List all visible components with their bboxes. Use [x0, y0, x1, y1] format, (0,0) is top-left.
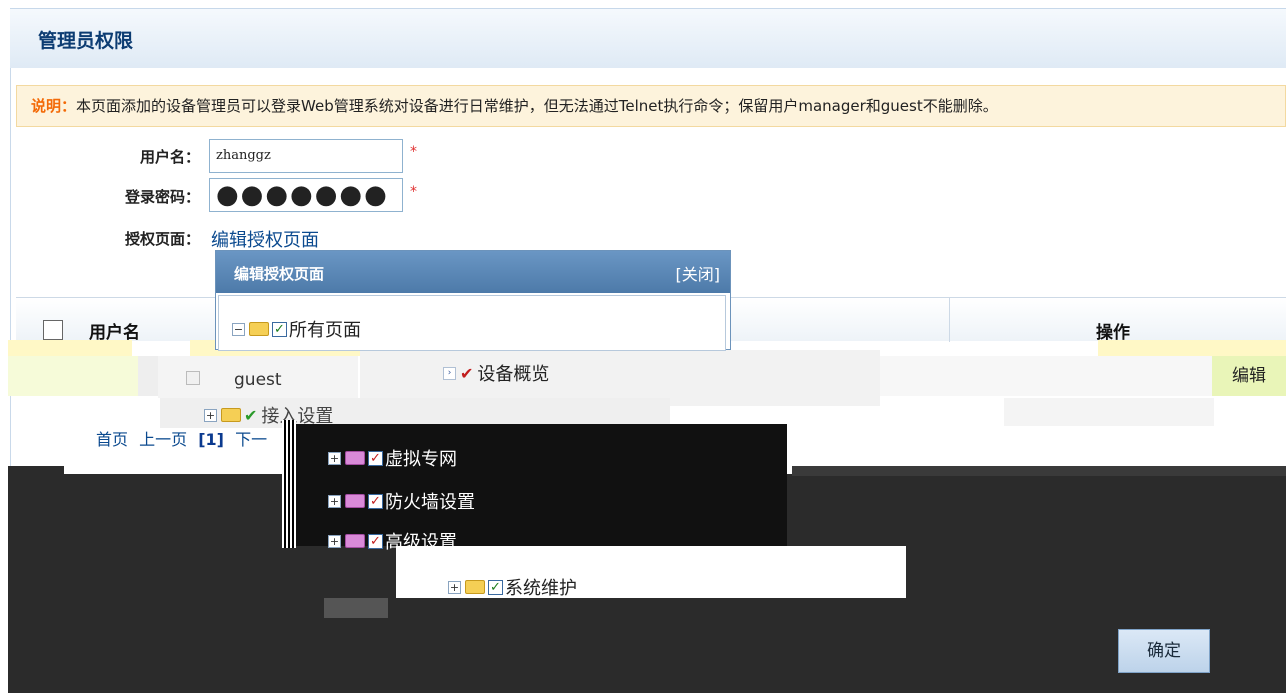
- checkbox-checked-icon[interactable]: ✓: [368, 450, 383, 466]
- username-required-mark: *: [410, 144, 417, 160]
- folder-icon: [249, 322, 269, 336]
- check-icon[interactable]: ✔: [244, 406, 257, 425]
- tree-item-maintenance[interactable]: + ✓ 系统维护: [448, 574, 577, 600]
- tree-item-label: 设备概览: [477, 364, 550, 385]
- notice-label: 说明：: [31, 97, 77, 115]
- pager-next-link[interactable]: 下一: [235, 430, 267, 449]
- page-title: 管理员权限: [38, 30, 134, 52]
- artifact-band: [8, 340, 132, 356]
- folder-icon: [221, 408, 241, 422]
- tree-item-label: 所有页面: [289, 320, 361, 341]
- admin-permission-page: 管理员权限 说明：本页面添加的设备管理员可以登录Web管理系统对设备进行日常维护…: [0, 0, 1286, 693]
- artifact-band: [8, 466, 64, 474]
- tree-item-vpn[interactable]: + ✓ 虚拟专网: [328, 445, 457, 471]
- artifact-band: [1004, 398, 1214, 426]
- username-label: 用户名：: [139, 148, 200, 166]
- artifact-band: [792, 466, 1286, 476]
- pager-current: [1]: [198, 430, 224, 449]
- dialog-title: 编辑授权页面: [234, 265, 325, 283]
- notice-text: 本页面添加的设备管理员可以登录Web管理系统对设备进行日常维护，但无法通过Tel…: [76, 97, 998, 115]
- folder-icon: [345, 494, 365, 508]
- folder-icon: [345, 451, 365, 465]
- tree-item-label: 防火墙设置: [385, 492, 475, 513]
- tree-item-overview[interactable]: › ✔ 设备概览: [443, 360, 549, 386]
- checkbox-checked-icon[interactable]: ✓: [368, 493, 383, 509]
- tree-item-firewall[interactable]: + ✓ 防火墙设置: [328, 488, 475, 514]
- artifact-band: [1098, 340, 1286, 356]
- title-bar: 管理员权限: [10, 8, 1286, 68]
- artifact-band: [8, 356, 138, 396]
- row-checkbox[interactable]: [186, 371, 200, 385]
- collapse-icon[interactable]: −: [232, 322, 245, 336]
- tree-item-label: 高级设置: [385, 532, 457, 553]
- row-edit-button[interactable]: 编辑: [1212, 356, 1286, 396]
- tree-item-label: 系统维护: [505, 578, 577, 599]
- password-required-mark: *: [410, 184, 417, 200]
- tree-item-advanced[interactable]: + ✓ 高级设置: [328, 528, 457, 554]
- expand-arrow-icon[interactable]: ›: [443, 366, 456, 380]
- checkbox-checked-icon[interactable]: ✓: [368, 533, 383, 549]
- password-field[interactable]: ●●●●●●●: [209, 178, 403, 212]
- expand-icon[interactable]: +: [328, 494, 341, 508]
- checkbox-checked-icon[interactable]: ✓: [488, 579, 503, 595]
- artifact-band: [324, 598, 388, 618]
- artifact-band: [138, 356, 158, 396]
- check-icon[interactable]: ✔: [460, 364, 473, 383]
- dialog-close-link[interactable]: [关闭]: [676, 261, 721, 285]
- row-username: guest: [234, 370, 282, 390]
- pager-prev-link[interactable]: 上一页: [139, 430, 187, 449]
- folder-icon: [465, 580, 485, 594]
- select-all-checkbox[interactable]: [43, 320, 63, 340]
- expand-icon[interactable]: +: [448, 580, 461, 594]
- artifact-band: [282, 420, 296, 548]
- username-field[interactable]: zhanggz: [209, 139, 403, 173]
- tree-item-root[interactable]: − ✓ 所有页面: [232, 316, 361, 342]
- password-label: 登录密码：: [124, 188, 200, 206]
- expand-icon[interactable]: +: [204, 408, 217, 422]
- checkbox-checked-icon[interactable]: ✓: [272, 321, 287, 337]
- dialog-header: 编辑授权页面 [关闭]: [216, 251, 730, 293]
- tree-item-label: 虚拟专网: [385, 449, 457, 470]
- artifact-band: [8, 599, 1286, 693]
- edit-auth-pages-link[interactable]: 编辑授权页面: [211, 226, 319, 252]
- folder-icon: [345, 534, 365, 548]
- ok-button[interactable]: 确定: [1118, 629, 1210, 673]
- notice-box: 说明：本页面添加的设备管理员可以登录Web管理系统对设备进行日常维护，但无法通过…: [16, 85, 1286, 127]
- expand-icon[interactable]: +: [328, 534, 341, 548]
- artifact-band: [880, 356, 1212, 396]
- expand-icon[interactable]: +: [328, 451, 341, 465]
- column-divider: [949, 298, 950, 342]
- pager: 首页 上一页 [1] 下一: [96, 426, 267, 450]
- pager-first-link[interactable]: 首页: [96, 430, 128, 449]
- auth-pages-label: 授权页面：: [124, 230, 200, 248]
